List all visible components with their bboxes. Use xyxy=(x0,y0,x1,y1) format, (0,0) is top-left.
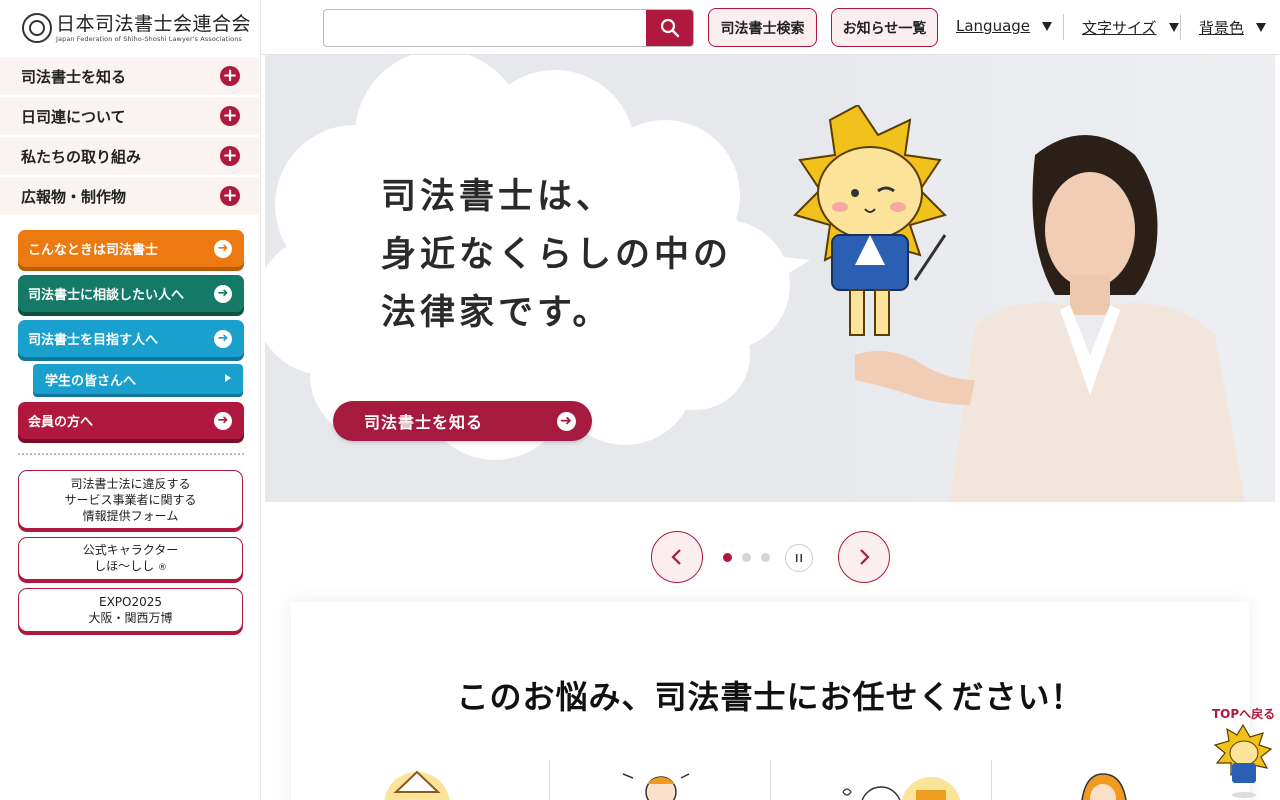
sidebar-item-label: 私たちの取り組み xyxy=(21,147,142,166)
sidebar-divider xyxy=(18,453,244,455)
card-line: サービス事業者に関する xyxy=(64,492,197,507)
search-icon xyxy=(660,18,679,38)
official-character-button[interactable]: 公式キャラクター しほ～しし ® xyxy=(18,537,243,580)
plus-icon[interactable]: + xyxy=(220,106,240,126)
search-box xyxy=(323,9,694,47)
woman-icon xyxy=(1081,773,1127,800)
card-line: 司法書士法に違反する xyxy=(70,476,191,491)
font-size-label: 文字サイズ xyxy=(1082,19,1157,37)
card-line: しほ～しし xyxy=(94,558,155,573)
carousel-prev-button[interactable] xyxy=(651,531,703,583)
hero-shiho-shoshi-wo-shiru-button[interactable]: 司法書士を知る ➜ xyxy=(333,401,592,441)
site-logo[interactable]: 日本司法書士会連合会 Japan Federation of Shiho-Sho… xyxy=(0,0,261,56)
sidebar-item-label: 日司連について xyxy=(21,107,126,126)
documents-icon xyxy=(842,777,961,800)
federation-seal-icon xyxy=(22,13,52,43)
sidebar: 日本司法書士会連合会 Japan Federation of Shiho-Sho… xyxy=(0,0,261,800)
logo-title: 日本司法書士会連合会 xyxy=(56,12,252,35)
gakusei-label: 学生の皆さんへ xyxy=(45,373,137,389)
language-dropdown[interactable]: Language xyxy=(956,17,1053,35)
plus-icon[interactable]: + xyxy=(220,186,240,206)
section-title: このお悩み、司法書士にお任せください！ xyxy=(456,678,1084,716)
language-label: Language xyxy=(956,17,1031,35)
card-line: 情報提供フォーム xyxy=(82,508,179,523)
carousel-dot-3[interactable] xyxy=(761,553,770,562)
expo2025-button[interactable]: EXPO2025 大阪・関西万博 xyxy=(18,588,243,632)
chevron-left-icon xyxy=(671,549,681,565)
konna-toki-label: こんなときは司法書士 xyxy=(28,243,159,258)
background-color-dropdown[interactable]: 背景色 xyxy=(1199,17,1267,38)
sidebar-item-kohobutsu[interactable]: 広報物・制作物 + xyxy=(0,177,259,215)
hero-button-label: 司法書士を知る xyxy=(364,413,484,432)
plus-icon[interactable]: + xyxy=(220,146,240,166)
spokesperson-photo xyxy=(855,135,1245,502)
header-separator xyxy=(1063,14,1064,40)
logo-subtitle: Japan Federation of Shiho-Shoshi Lawyer'… xyxy=(56,34,242,43)
konna-toki-button[interactable]: こんなときは司法書士 ➜ xyxy=(18,230,244,267)
pause-icon xyxy=(796,554,802,562)
search-button[interactable] xyxy=(646,10,693,46)
kaiin-button[interactable]: 会員の方へ ➜ xyxy=(18,402,244,439)
sidebar-item-torikumi[interactable]: 私たちの取り組み + xyxy=(0,137,259,175)
arrow-right-icon: ➜ xyxy=(214,412,232,430)
triangle-right-icon xyxy=(225,374,231,382)
hero-copy: 司法書士は、 身近なくらしの中の 法律家です。 xyxy=(381,177,733,333)
triangle-down-icon xyxy=(1042,21,1053,31)
worried-person-icon xyxy=(622,773,690,800)
arrow-right-icon: ➜ xyxy=(214,330,232,348)
arrow-right-icon: ➜ xyxy=(214,285,232,303)
mezasu-label: 司法書士を目指す人へ xyxy=(28,333,159,348)
back-to-top-label: TOPへ戻る xyxy=(1212,707,1276,721)
arrow-right-icon: ➜ xyxy=(557,412,576,431)
sidebar-item-label: 司法書士を知る xyxy=(21,67,127,86)
sidebar-item-label: 広報物・制作物 xyxy=(21,187,127,206)
card-line: 公式キャラクター xyxy=(82,542,179,557)
arrow-right-icon: ➜ xyxy=(214,240,232,258)
gakusei-button[interactable]: 学生の皆さんへ xyxy=(33,364,243,394)
triangle-down-icon xyxy=(1168,23,1179,32)
registered-mark: ® xyxy=(157,562,167,573)
back-to-top-button[interactable]: TOPへ戻る xyxy=(1205,703,1280,800)
background-color-label: 背景色 xyxy=(1199,19,1245,37)
house-icon xyxy=(384,770,450,800)
mascot-mini-icon xyxy=(1213,723,1273,798)
soudan-label: 司法書士に相談したい人へ xyxy=(28,288,185,303)
kaiin-label: 会員の方へ xyxy=(28,415,94,430)
triangle-down-icon xyxy=(1256,23,1267,32)
violation-report-form-button[interactable]: 司法書士法に違反する サービス事業者に関する 情報提供フォーム xyxy=(18,470,243,529)
hero-slide[interactable]: 司法書士は、 身近なくらしの中の 法律家です。 司法書士を知る ➜ xyxy=(265,55,1275,502)
shiho-shoshi-search-button[interactable]: 司法書士検索 xyxy=(708,8,817,47)
carousel-dot-2[interactable] xyxy=(742,553,751,562)
carousel-next-button[interactable] xyxy=(838,531,890,583)
worries-section: このお悩み、司法書士にお任せください！ xyxy=(291,602,1249,800)
mezasu-button[interactable]: 司法書士を目指す人へ ➜ xyxy=(18,320,244,357)
card-line: 大阪・関西万博 xyxy=(88,611,173,625)
chevron-right-icon xyxy=(860,549,870,565)
card-line: EXPO2025 xyxy=(98,595,163,609)
search-input[interactable] xyxy=(324,10,646,46)
plus-icon[interactable]: + xyxy=(220,66,240,86)
font-size-dropdown[interactable]: 文字サイズ xyxy=(1082,17,1179,38)
header: 司法書士検索 お知らせ一覧 Language 文字サイズ 背景色 xyxy=(262,0,1280,55)
news-list-button[interactable]: お知らせ一覧 xyxy=(831,8,938,47)
sidebar-item-shiho-shoshi-wo-shiru[interactable]: 司法書士を知る + xyxy=(0,57,259,95)
carousel-dot-1[interactable] xyxy=(723,553,732,562)
sidebar-item-nisshiren[interactable]: 日司連について + xyxy=(0,97,259,135)
carousel-pause-button[interactable] xyxy=(785,544,813,572)
header-separator xyxy=(1180,14,1181,40)
soudan-button[interactable]: 司法書士に相談したい人へ ➜ xyxy=(18,275,244,312)
